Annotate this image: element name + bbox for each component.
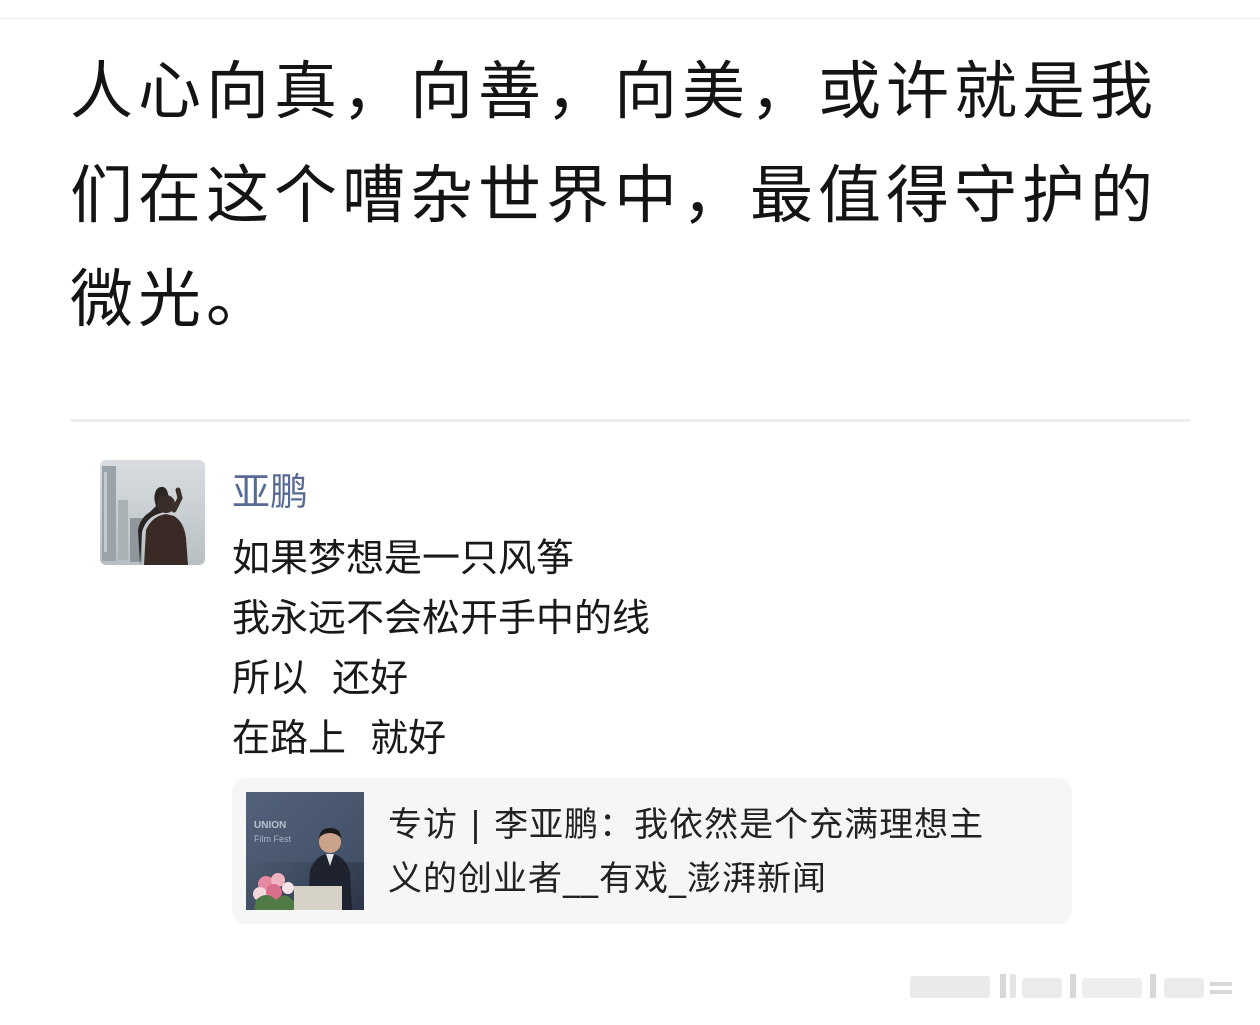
post-text-line: 们在这个嘈杂世界中，最值得守护的 <box>70 159 1158 232</box>
section-divider <box>70 419 1190 422</box>
shared-article-card[interactable]: UNION Film Fest 专访 | 李亚鹏：我依然是个充满理想主 义的创业… <box>232 778 1072 924</box>
article-thumbnail: UNION Film Fest <box>246 792 364 910</box>
svg-text:UNION: UNION <box>254 820 286 831</box>
article-title[interactable]: 专访 | 李亚鹏：我依然是个充满理想主 义的创业者__有戏_澎湃新闻 <box>388 798 1048 906</box>
top-divider <box>0 18 1260 19</box>
article-thumbnail-image: UNION Film Fest <box>246 792 364 910</box>
moment-text-line: 如果梦想是一只风筝 <box>232 536 575 580</box>
moment-text-line: 在路上 就好 <box>232 716 447 760</box>
post-text-line: 人心向真，向善，向美，或许就是我 <box>70 55 1158 128</box>
post-body-text: 人心向真，向善，向美，或许就是我 们在这个嘈杂世界中，最值得守护的 微光。 <box>70 40 1200 352</box>
watermark-glyphs <box>910 974 1232 998</box>
article-title-line: 义的创业者__有戏_澎湃新闻 <box>388 859 827 899</box>
moment-text-line: 所以 还好 <box>232 656 409 700</box>
post-text-line: 微光。 <box>70 263 274 336</box>
moment-text: 如果梦想是一只风筝 我永远不会松开手中的线 所以 还好 在路上 就好 <box>232 528 650 768</box>
svg-text:Film Fest: Film Fest <box>254 834 291 844</box>
avatar[interactable] <box>100 460 205 565</box>
moment-text-line: 我永远不会松开手中的线 <box>232 596 651 640</box>
avatar-photo <box>100 460 205 565</box>
article-title-line: 专访 | 李亚鹏：我依然是个充满理想主 <box>388 805 985 845</box>
author-nickname[interactable]: 亚鹏 <box>232 464 308 520</box>
moments-post-screenshot: 亚鹏 如果梦想是一只风筝 我永远不会松开手中的线 所以 还好 在路上 就好 UN… <box>100 460 1100 940</box>
corner-watermark <box>910 972 1232 1000</box>
